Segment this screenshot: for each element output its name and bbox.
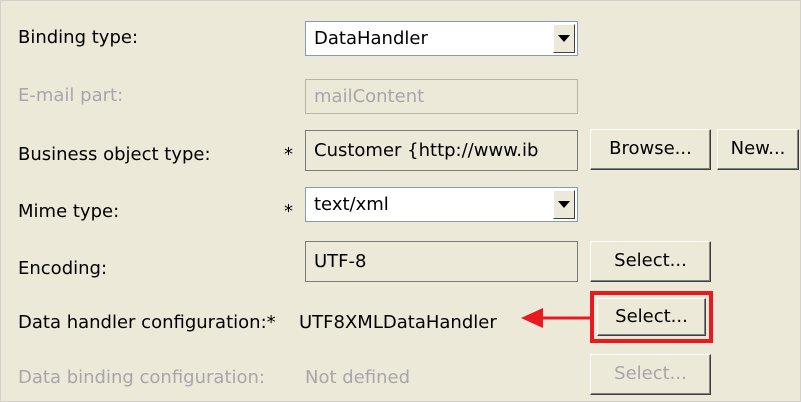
email-part-field: mailContent bbox=[305, 79, 578, 114]
new-button[interactable]: New... bbox=[717, 129, 799, 170]
email-part-label: E-mail part: bbox=[18, 85, 124, 106]
binding-type-value: DataHandler bbox=[314, 28, 428, 49]
required-marker: * bbox=[284, 144, 293, 165]
binding-type-label: Binding type: bbox=[18, 27, 139, 48]
business-object-type-label: Business object type: bbox=[18, 144, 211, 165]
browse-button[interactable]: Browse... bbox=[590, 129, 711, 170]
mime-type-combo[interactable]: text/xml bbox=[305, 187, 578, 222]
highlight-box bbox=[590, 291, 713, 343]
data-handler-label: Data handler configuration:* bbox=[18, 312, 276, 333]
red-arrow-icon bbox=[521, 308, 593, 328]
data-binding-select-button: Select... bbox=[590, 354, 711, 395]
encoding-value: UTF-8 bbox=[314, 251, 367, 272]
encoding-label: Encoding: bbox=[18, 258, 108, 279]
data-binding-value: Not defined bbox=[305, 367, 411, 388]
data-handler-value: UTF8XMLDataHandler bbox=[299, 312, 497, 333]
mime-type-label: Mime type: bbox=[18, 201, 120, 222]
binding-type-combo[interactable]: DataHandler bbox=[305, 21, 578, 56]
encoding-select-button[interactable]: Select... bbox=[590, 241, 711, 282]
dropdown-arrow-icon[interactable] bbox=[553, 190, 575, 219]
required-marker: * bbox=[284, 201, 293, 222]
business-object-type-value: Customer {http://www.ib bbox=[314, 140, 539, 161]
encoding-field: UTF-8 bbox=[305, 241, 578, 282]
business-object-type-field: Customer {http://www.ib bbox=[305, 130, 578, 171]
mime-type-value: text/xml bbox=[314, 194, 389, 215]
binding-config-panel: Binding type: DataHandler E-mail part: m… bbox=[0, 0, 801, 402]
dropdown-arrow-icon[interactable] bbox=[553, 24, 575, 53]
email-part-value: mailContent bbox=[314, 86, 425, 107]
data-binding-label: Data binding configuration: bbox=[18, 367, 265, 388]
